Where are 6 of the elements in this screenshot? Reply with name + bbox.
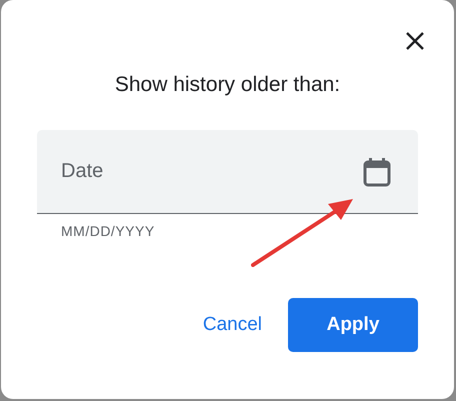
cancel-button[interactable]: Cancel [202,306,262,344]
calendar-icon[interactable] [363,157,391,187]
dialog-title: Show history older than: [114,73,342,97]
date-field[interactable]: Date [37,130,418,214]
apply-button[interactable]: Apply [288,298,418,352]
date-format-hint: MM/DD/YYYY [61,223,156,239]
